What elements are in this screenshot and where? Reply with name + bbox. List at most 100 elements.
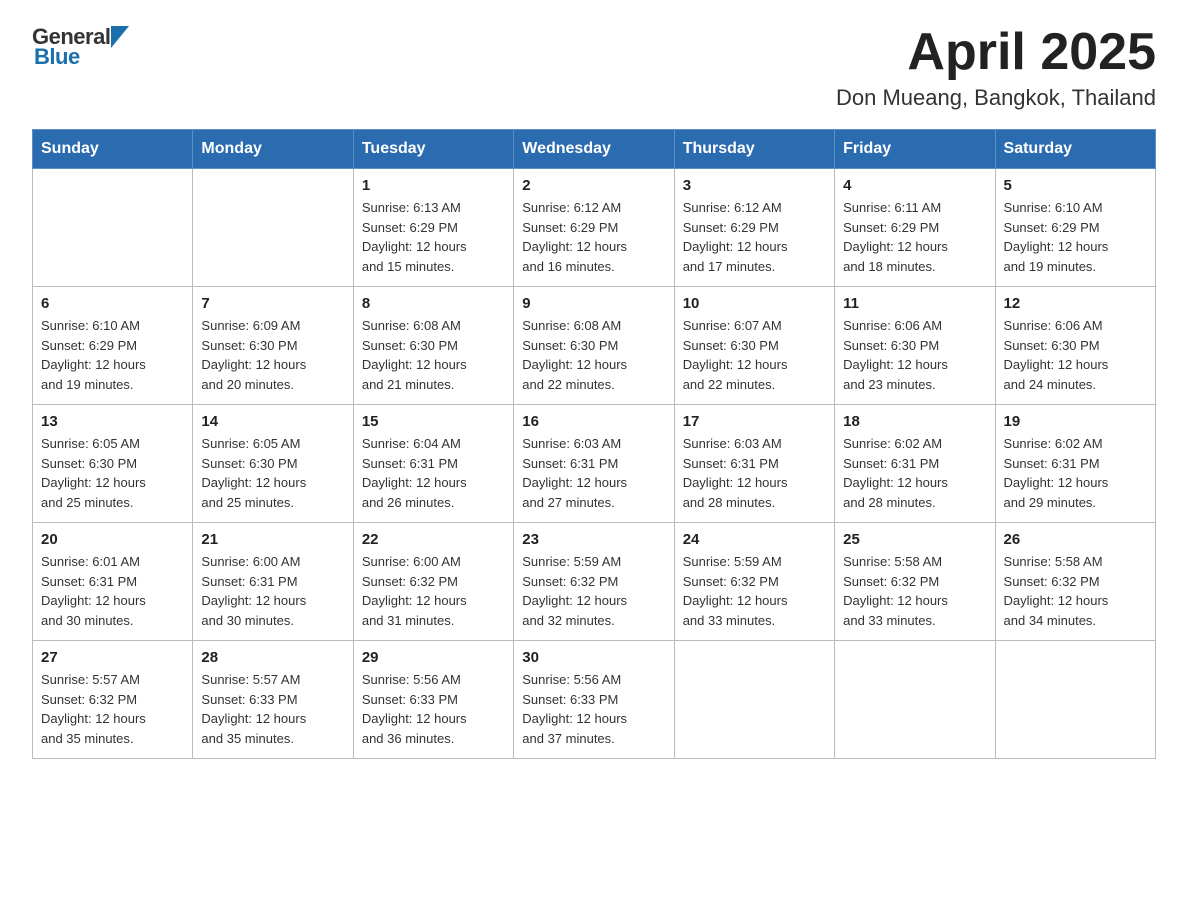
day-number: 1 [362,177,505,194]
calendar-cell: 20Sunrise: 6:01 AMSunset: 6:31 PMDayligh… [33,523,193,641]
calendar-cell: 22 Sunrise: 6:00 AMSunset: 6:32 PMDayligh… [353,523,513,641]
calendar-cell: 21 Sunrise: 6:00 AMSunset: 6:31 PMDayligh… [193,523,353,641]
calendar-cell: 25Sunrise: 5:58 AMSunset: 6:32 PMDayligh… [835,523,995,641]
day-number: 28 [201,649,344,666]
logo-blue: Blue [34,44,80,70]
day-number: 13 [41,413,184,430]
day-number: 18 [843,413,986,430]
day-info: Sunrise: 5:58 AMSunset: 6:32 PMDaylight:… [1004,552,1147,630]
calendar-cell: 7 Sunrise: 6:09 AMSunset: 6:30 PMDaylight… [193,287,353,405]
day-info: Sunrise: 6:10 AMSunset: 6:29 PMDaylight:… [41,316,184,394]
calendar-cell: 19 Sunrise: 6:02 AMSunset: 6:31 PMDayligh… [995,405,1155,523]
day-info: Sunrise: 6:05 AMSunset: 6:30 PMDaylight:… [201,434,344,512]
calendar-cell: 26 Sunrise: 5:58 AMSunset: 6:32 PMDayligh… [995,523,1155,641]
calendar-cell: 12Sunrise: 6:06 AMSunset: 6:30 PMDayligh… [995,287,1155,405]
weekday-header-tuesday: Tuesday [353,130,513,169]
day-number: 5 [1004,177,1147,194]
day-number: 27 [41,649,184,666]
day-info: Sunrise: 6:13 AMSunset: 6:29 PMDaylight:… [362,198,505,276]
calendar-cell: 3Sunrise: 6:12 AMSunset: 6:29 PMDaylight… [674,169,834,287]
day-number: 21 [201,531,344,548]
day-number: 10 [683,295,826,312]
calendar-cell: 24 Sunrise: 5:59 AMSunset: 6:32 PMDayligh… [674,523,834,641]
day-number: 2 [522,177,665,194]
weekday-header-saturday: Saturday [995,130,1155,169]
calendar-cell: 6 Sunrise: 6:10 AMSunset: 6:29 PMDaylight… [33,287,193,405]
calendar-week-row: 20Sunrise: 6:01 AMSunset: 6:31 PMDayligh… [33,523,1156,641]
logo: General Blue [32,24,129,70]
calendar-week-row: 1 Sunrise: 6:13 AMSunset: 6:29 PMDaylight… [33,169,1156,287]
day-info: Sunrise: 6:10 AMSunset: 6:29 PMDaylight:… [1004,198,1147,276]
day-info: Sunrise: 6:09 AMSunset: 6:30 PMDaylight:… [201,316,344,394]
day-info: Sunrise: 6:08 AMSunset: 6:30 PMDaylight:… [362,316,505,394]
day-info: Sunrise: 6:12 AMSunset: 6:29 PMDaylight:… [522,198,665,276]
day-number: 30 [522,649,665,666]
calendar-cell [995,641,1155,759]
page-subtitle: Don Mueang, Bangkok, Thailand [836,85,1156,111]
day-info: Sunrise: 6:06 AMSunset: 6:30 PMDaylight:… [843,316,986,394]
calendar-cell: 30 Sunrise: 5:56 AMSunset: 6:33 PMDayligh… [514,641,674,759]
weekday-header-thursday: Thursday [674,130,834,169]
calendar-cell: 1 Sunrise: 6:13 AMSunset: 6:29 PMDaylight… [353,169,513,287]
calendar-cell: 2 Sunrise: 6:12 AMSunset: 6:29 PMDaylight… [514,169,674,287]
day-info: Sunrise: 6:08 AMSunset: 6:30 PMDaylight:… [522,316,665,394]
day-info: Sunrise: 6:02 AMSunset: 6:31 PMDaylight:… [1004,434,1147,512]
day-info: Sunrise: 6:01 AMSunset: 6:31 PMDaylight:… [41,552,184,630]
page-header: General Blue April 2025 Don Mueang, Bang… [32,24,1156,111]
day-info: Sunrise: 6:00 AMSunset: 6:31 PMDaylight:… [201,552,344,630]
day-number: 17 [683,413,826,430]
calendar-cell [674,641,834,759]
day-number: 19 [1004,413,1147,430]
day-number: 26 [1004,531,1147,548]
day-number: 16 [522,413,665,430]
page-title: April 2025 [836,24,1156,81]
day-info: Sunrise: 5:56 AMSunset: 6:33 PMDaylight:… [522,670,665,748]
calendar-cell: 14 Sunrise: 6:05 AMSunset: 6:30 PMDayligh… [193,405,353,523]
calendar-cell: 11 Sunrise: 6:06 AMSunset: 6:30 PMDayligh… [835,287,995,405]
weekday-header-friday: Friday [835,130,995,169]
day-number: 9 [522,295,665,312]
calendar-week-row: 6 Sunrise: 6:10 AMSunset: 6:29 PMDaylight… [33,287,1156,405]
day-number: 7 [201,295,344,312]
day-number: 4 [843,177,986,194]
calendar-cell: 27 Sunrise: 5:57 AMSunset: 6:32 PMDayligh… [33,641,193,759]
day-number: 23 [522,531,665,548]
weekday-header-monday: Monday [193,130,353,169]
calendar-cell: 29Sunrise: 5:56 AMSunset: 6:33 PMDayligh… [353,641,513,759]
day-info: Sunrise: 6:00 AMSunset: 6:32 PMDaylight:… [362,552,505,630]
calendar-week-row: 27 Sunrise: 5:57 AMSunset: 6:32 PMDayligh… [33,641,1156,759]
day-info: Sunrise: 5:59 AMSunset: 6:32 PMDaylight:… [683,552,826,630]
day-number: 14 [201,413,344,430]
day-number: 29 [362,649,505,666]
day-info: Sunrise: 5:58 AMSunset: 6:32 PMDaylight:… [843,552,986,630]
day-number: 12 [1004,295,1147,312]
calendar-cell: 28 Sunrise: 5:57 AMSunset: 6:33 PMDayligh… [193,641,353,759]
logo-triangle-icon [111,26,129,48]
calendar-week-row: 13 Sunrise: 6:05 AMSunset: 6:30 PMDayligh… [33,405,1156,523]
day-number: 22 [362,531,505,548]
day-info: Sunrise: 6:03 AMSunset: 6:31 PMDaylight:… [522,434,665,512]
calendar-cell [193,169,353,287]
day-info: Sunrise: 5:59 AMSunset: 6:32 PMDaylight:… [522,552,665,630]
day-number: 6 [41,295,184,312]
calendar-cell: 23 Sunrise: 5:59 AMSunset: 6:32 PMDayligh… [514,523,674,641]
weekday-header-sunday: Sunday [33,130,193,169]
day-info: Sunrise: 6:05 AMSunset: 6:30 PMDaylight:… [41,434,184,512]
calendar-cell: 4 Sunrise: 6:11 AMSunset: 6:29 PMDaylight… [835,169,995,287]
calendar-cell [835,641,995,759]
day-number: 3 [683,177,826,194]
weekday-header-wednesday: Wednesday [514,130,674,169]
day-info: Sunrise: 5:57 AMSunset: 6:32 PMDaylight:… [41,670,184,748]
day-info: Sunrise: 6:11 AMSunset: 6:29 PMDaylight:… [843,198,986,276]
calendar-cell: 9 Sunrise: 6:08 AMSunset: 6:30 PMDaylight… [514,287,674,405]
day-info: Sunrise: 5:57 AMSunset: 6:33 PMDaylight:… [201,670,344,748]
calendar-cell: 16 Sunrise: 6:03 AMSunset: 6:31 PMDayligh… [514,405,674,523]
day-number: 11 [843,295,986,312]
day-number: 24 [683,531,826,548]
calendar-cell: 10Sunrise: 6:07 AMSunset: 6:30 PMDayligh… [674,287,834,405]
calendar-cell: 17Sunrise: 6:03 AMSunset: 6:31 PMDayligh… [674,405,834,523]
calendar-cell [33,169,193,287]
calendar-header-row: SundayMondayTuesdayWednesdayThursdayFrid… [33,130,1156,169]
calendar-cell: 18Sunrise: 6:02 AMSunset: 6:31 PMDayligh… [835,405,995,523]
calendar-cell: 5 Sunrise: 6:10 AMSunset: 6:29 PMDaylight… [995,169,1155,287]
